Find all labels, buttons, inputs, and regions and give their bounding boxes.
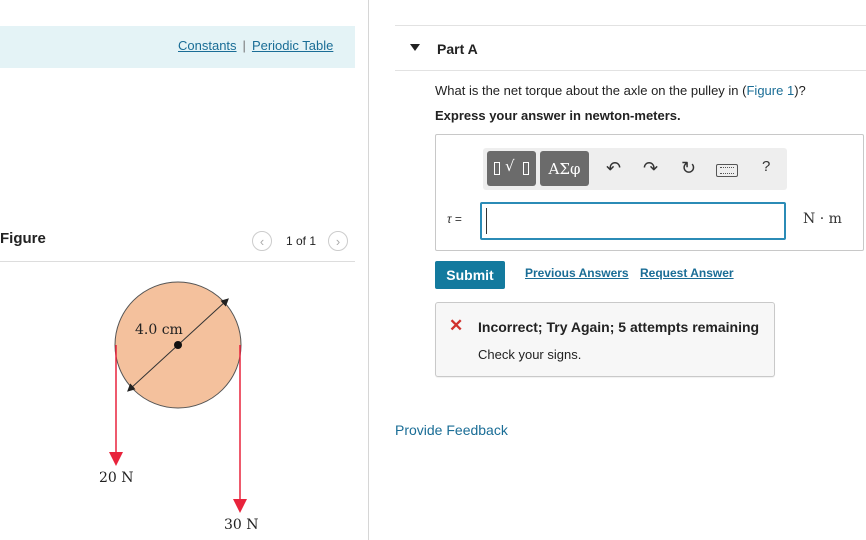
- submit-button[interactable]: Submit: [435, 261, 505, 289]
- help-button[interactable]: ?: [762, 158, 770, 175]
- resource-links: Constants | Periodic Table: [178, 38, 333, 53]
- chevron-right-icon[interactable]: ›: [328, 231, 349, 251]
- axle-dot: [174, 341, 182, 349]
- variable-symbol: τ: [447, 212, 452, 226]
- answer-instruction: Express your answer in newton-meters.: [435, 108, 681, 123]
- radical-icon: √: [505, 157, 515, 175]
- question-suffix: )?: [794, 83, 806, 98]
- figure-pager: ‹ 1 of 1 ›: [252, 231, 349, 251]
- force-left-arrowhead: [109, 452, 123, 466]
- units-label: N · m: [803, 211, 842, 227]
- constants-link[interactable]: Constants: [178, 38, 237, 53]
- template-square-icon: [494, 162, 500, 175]
- force-left-label: 20 N: [99, 470, 134, 486]
- variable-label: τ =: [447, 212, 462, 226]
- periodic-table-link[interactable]: Periodic Table: [252, 38, 333, 53]
- figure-link[interactable]: Figure 1: [746, 83, 794, 98]
- undo-icon[interactable]: ↶: [606, 158, 621, 178]
- force-right-arrowhead: [233, 499, 247, 513]
- question-text: What is the net torque about the axle on…: [435, 83, 806, 98]
- reset-icon[interactable]: ↻: [681, 158, 696, 178]
- part-title: Part A: [437, 41, 478, 57]
- request-answer-link[interactable]: Request Answer: [640, 266, 734, 280]
- collapse-caret-icon[interactable]: [410, 44, 420, 51]
- redo-icon[interactable]: ↷: [643, 158, 658, 178]
- diameter-label: 4.0 cm: [135, 322, 183, 338]
- provide-feedback-link[interactable]: Provide Feedback: [395, 422, 508, 438]
- figure-title: Figure: [0, 230, 46, 247]
- equals-sign: =: [454, 212, 462, 226]
- text-cursor: [486, 208, 487, 234]
- force-right-label: 30 N: [224, 517, 259, 533]
- panel-divider: [368, 0, 369, 540]
- previous-answers-link[interactable]: Previous Answers: [525, 266, 629, 280]
- pulley-figure: 4.0 cm 20 N 30 N: [99, 281, 259, 533]
- question-prefix: What is the net torque about the axle on…: [435, 83, 747, 98]
- result-feedback-box: [435, 302, 775, 377]
- chevron-left-icon[interactable]: ‹: [252, 231, 272, 251]
- result-title: Incorrect; Try Again; 5 attempts remaini…: [478, 319, 760, 335]
- link-separator: |: [242, 38, 246, 53]
- result-message: Check your signs.: [478, 347, 582, 362]
- template-square-icon: [523, 162, 529, 175]
- answer-input[interactable]: [480, 202, 786, 240]
- templates-button[interactable]: √: [487, 151, 536, 186]
- incorrect-icon: ✕: [449, 316, 464, 335]
- pager-count: 1 of 1: [286, 234, 317, 248]
- greek-symbols-button[interactable]: ΑΣφ: [540, 151, 589, 186]
- left-panel: Constants | Periodic Table Figure ‹ 1 of 1…: [0, 0, 368, 540]
- keyboard-icon[interactable]: [716, 164, 738, 177]
